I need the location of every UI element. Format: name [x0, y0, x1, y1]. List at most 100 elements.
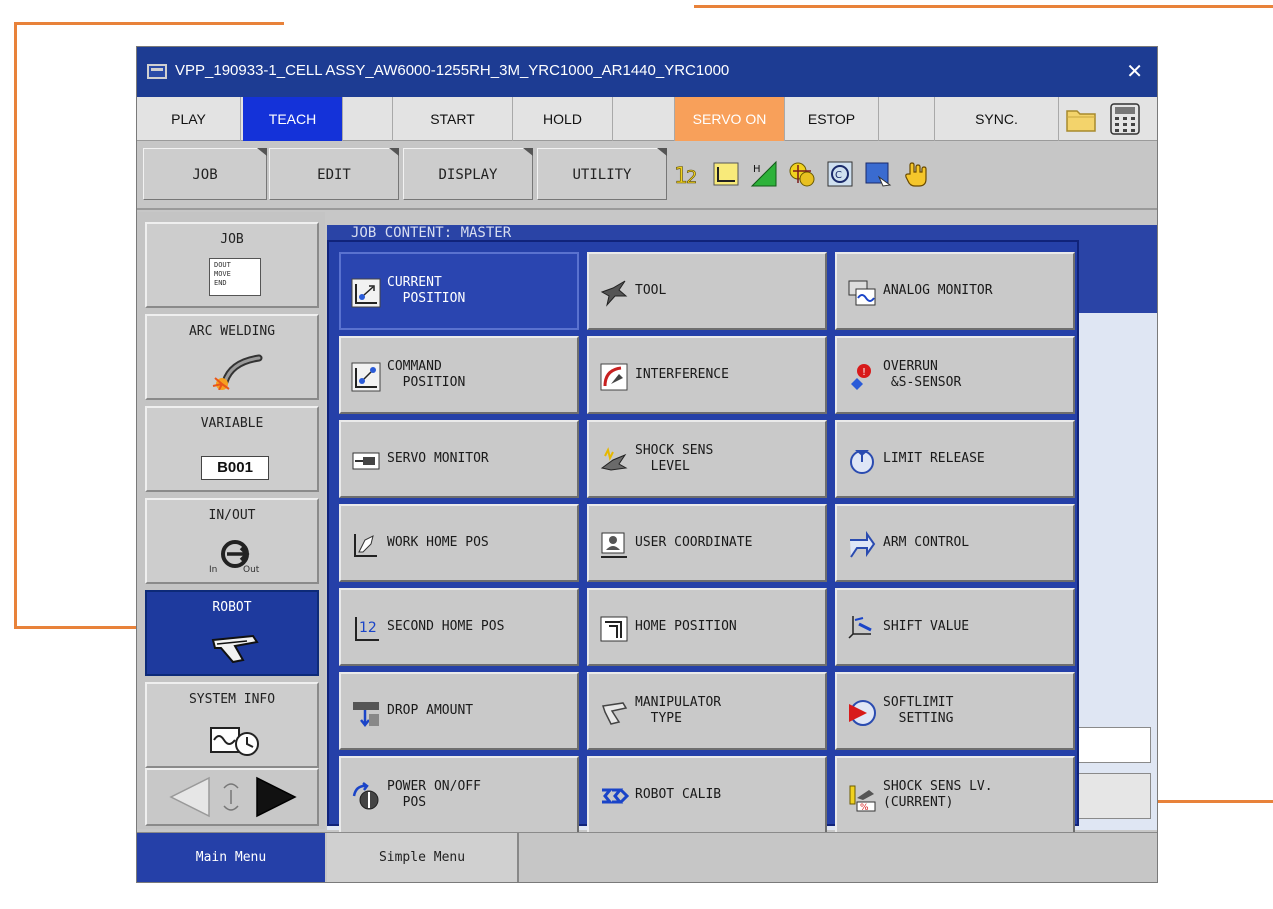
submenu-robot-calib[interactable]: ROBOT CALIB [587, 756, 827, 834]
user-coordinate-label: USER COORDINATE [635, 535, 753, 550]
manipulator-type-label: MANIPULATOR TYPE [635, 695, 722, 726]
left-menu-job[interactable]: JOB DOUT MOVE END [145, 222, 319, 308]
submenu-analog-monitor[interactable]: ANALOG MONITOR [835, 252, 1075, 330]
system-info-icon [210, 727, 259, 756]
arm-control-label: ARM CONTROL [883, 535, 970, 550]
work-home-pos-label: WORK HOME POS [387, 535, 489, 550]
home-position-icon [600, 616, 628, 642]
left-menu-system-info[interactable]: SYSTEM INFO [145, 682, 319, 768]
page-navigation [145, 768, 319, 826]
status-icon-strip: 12 H C [673, 150, 931, 198]
submenu-limit-release[interactable]: LIMIT RELEASE [835, 420, 1075, 498]
menu-edit[interactable]: EDIT [269, 148, 399, 200]
welding-torch-icon [212, 354, 263, 390]
submenu-arm-control[interactable]: ARM CONTROL [835, 504, 1075, 582]
out-label: Out [243, 565, 260, 574]
page-link-icon [223, 783, 239, 811]
menu-utility[interactable]: UTILITY [537, 148, 667, 200]
left-menu-system-info-label: SYSTEM INFO [188, 692, 276, 707]
submenu-power-on-off-pos[interactable]: POWER ON/OFF POS [339, 756, 579, 834]
servo-monitor-label: SERVO MONITOR [387, 451, 489, 466]
in-label: In [209, 565, 217, 574]
limit-release-icon [850, 450, 874, 474]
arm-control-icon [850, 530, 876, 558]
annotation-line-left-horizontal [14, 626, 140, 629]
close-button[interactable]: ✕ [1126, 59, 1143, 84]
submenu-home-position[interactable]: HOME POSITION [587, 588, 827, 666]
left-menu-arc-welding[interactable]: ARC WELDING [145, 314, 319, 400]
percent-glyph: % [860, 803, 869, 812]
title-bar: VPP_190933-1_CELL ASSY_AW6000-1255RH_3M_… [137, 47, 1157, 97]
work-home-pos-icon [354, 534, 377, 557]
submenu-shock-sens-level[interactable]: SHOCK SENS LEVEL [587, 420, 827, 498]
robot-arm-icon [211, 634, 259, 664]
job-icon-line-2: MOVE [214, 270, 231, 278]
menu-job[interactable]: JOB [143, 148, 267, 200]
svg-text:12: 12 [359, 620, 377, 636]
teach-mode-button[interactable]: TEACH [243, 97, 343, 141]
user-coordinate-icon [601, 532, 627, 558]
submenu-shift-value[interactable]: SHIFT VALUE [835, 588, 1075, 666]
play-mode-button[interactable]: PLAY [137, 97, 241, 141]
sync-button[interactable]: SYNC. [935, 97, 1059, 141]
power-on-off-pos-icon [352, 782, 379, 810]
drop-amount-icon [353, 702, 379, 728]
submenu-overrun-s-sensor[interactable]: ! OVERRUN &S-SENSOR [835, 336, 1075, 414]
submenu-shock-sens-lv-current[interactable]: % SHOCK SENS LV. (CURRENT) [835, 756, 1075, 834]
bottom-bar: Main Menu Simple Menu [137, 832, 1157, 882]
coordinate-icon [713, 162, 739, 186]
variable-badge: B001 [201, 456, 269, 480]
status-blank-3 [879, 97, 935, 141]
main-menu-tab[interactable]: Main Menu [137, 833, 325, 882]
status-bar: PLAY TEACH START HOLD SERVO ON ESTOP SYN… [137, 97, 1157, 141]
submenu-user-coordinate[interactable]: USER COORDINATE [587, 504, 827, 582]
job-icon-line-1: DOUT [214, 261, 231, 269]
keypad-icon[interactable] [1109, 103, 1141, 135]
speed-icon: H [750, 160, 777, 187]
status-blank-1 [343, 97, 393, 141]
submenu-work-home-pos[interactable]: WORK HOME POS [339, 504, 579, 582]
command-position-label: COMMAND POSITION [387, 359, 466, 390]
submenu-tool[interactable]: TOOL [587, 252, 827, 330]
main-menu-bar: JOB EDIT DISPLAY UTILITY 12 H C [137, 142, 1157, 210]
softlimit-setting-label: SOFTLIMIT SETTING [883, 695, 954, 726]
manipulator-type-icon [602, 702, 628, 725]
analog-monitor-icon [848, 280, 876, 306]
hand-icon [905, 162, 927, 187]
submenu-current-position[interactable]: CURRENT POSITION [339, 252, 579, 330]
home-position-label: HOME POSITION [635, 619, 737, 634]
submenu-second-home-pos[interactable]: 12 SECOND HOME POS [339, 588, 579, 666]
overrun-icon: ! [851, 364, 871, 390]
annotation-line-top-left [14, 22, 284, 25]
servo-on-button[interactable]: SERVO ON [675, 97, 785, 141]
tool-label: TOOL [635, 283, 667, 298]
submenu-command-position[interactable]: COMMAND POSITION [339, 336, 579, 414]
submenu-servo-monitor[interactable]: SERVO MONITOR [339, 420, 579, 498]
second-home-pos-label: SECOND HOME POS [387, 619, 505, 634]
shock-sens-level-icon [600, 447, 628, 471]
left-menu-robot[interactable]: ROBOT [145, 590, 319, 676]
shift-value-icon [848, 616, 872, 639]
submenu-softlimit-setting[interactable]: SOFTLIMIT SETTING [835, 672, 1075, 750]
left-menu-variable[interactable]: VARIABLE B001 [145, 406, 319, 492]
submenu-interference[interactable]: INTERFERENCE [587, 336, 827, 414]
robot-calib-label: ROBOT CALIB [635, 787, 722, 802]
left-menu-robot-label: ROBOT [212, 600, 252, 615]
submenu-manipulator-type[interactable]: MANIPULATOR TYPE [587, 672, 827, 750]
start-button[interactable]: START [393, 97, 513, 141]
folder-icon[interactable] [1065, 105, 1097, 133]
page-prev-button[interactable] [161, 772, 221, 822]
simple-menu-tab[interactable]: Simple Menu [327, 833, 519, 882]
left-menu-job-label: JOB [220, 232, 244, 247]
page-icon [865, 162, 892, 187]
hold-button[interactable]: HOLD [513, 97, 613, 141]
left-menu-in-out[interactable]: IN/OUT In Out [145, 498, 319, 584]
job-content-heading: JOB CONTENT: MASTER [351, 225, 512, 241]
shock-sens-lv-current-label: SHOCK SENS LV. (CURRENT) [883, 779, 993, 810]
svg-text:!: ! [862, 367, 866, 378]
svg-text:C: C [835, 170, 842, 181]
menu-display[interactable]: DISPLAY [403, 148, 533, 200]
page-next-button[interactable] [245, 772, 305, 822]
submenu-drop-amount[interactable]: DROP AMOUNT [339, 672, 579, 750]
current-position-icon [351, 278, 381, 308]
